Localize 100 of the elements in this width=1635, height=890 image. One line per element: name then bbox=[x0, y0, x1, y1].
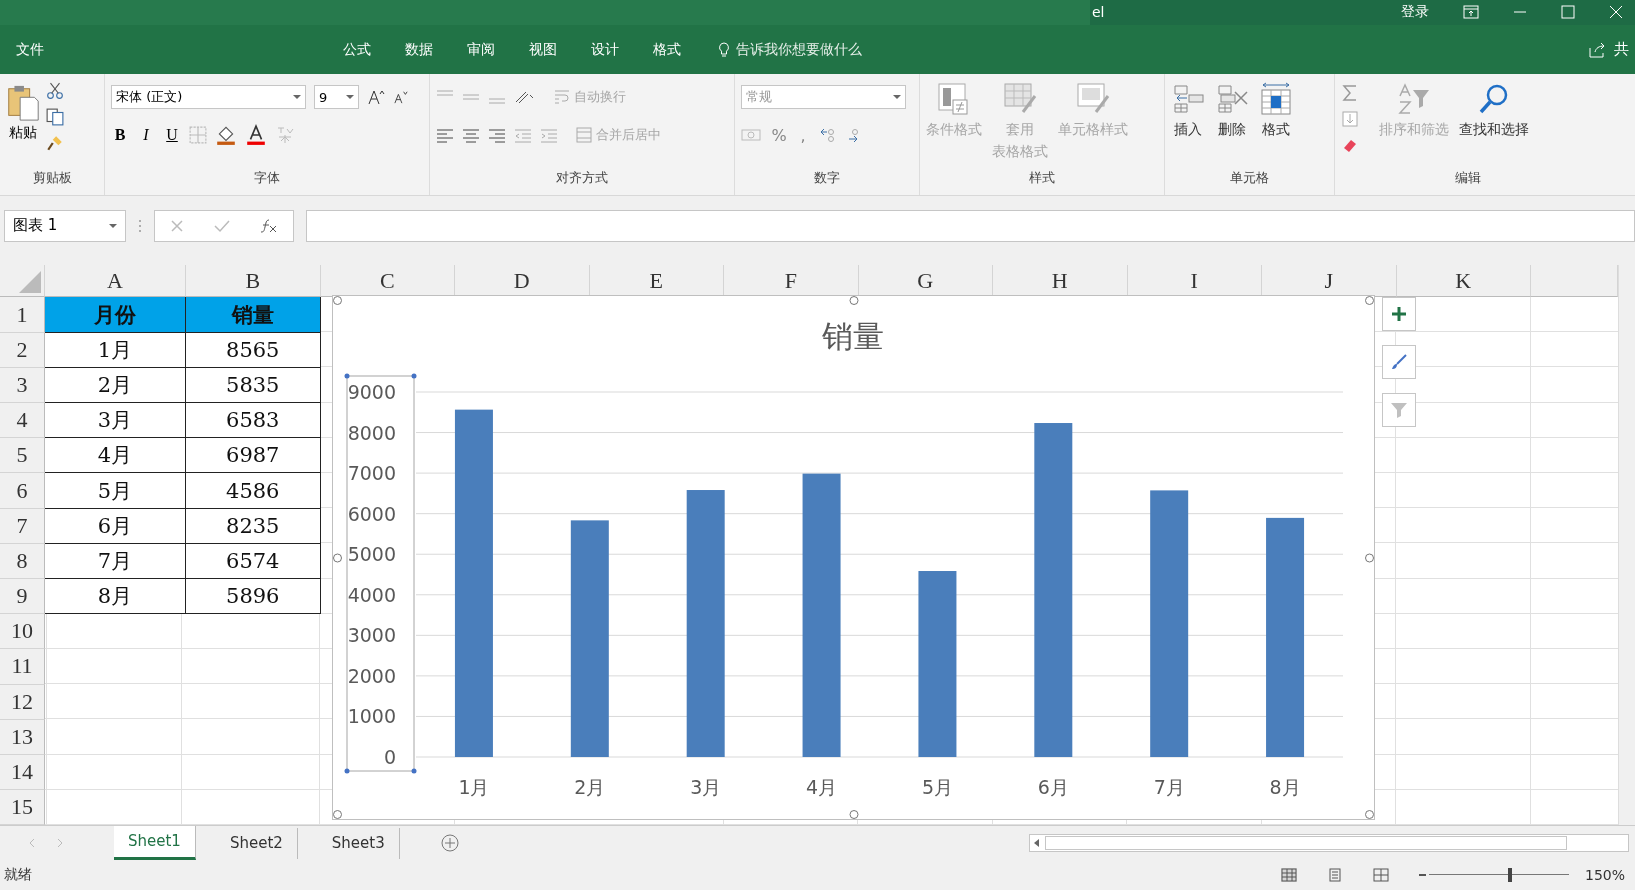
resize-handle[interactable] bbox=[333, 296, 342, 306]
maximize-icon[interactable] bbox=[1561, 5, 1575, 20]
share-icon[interactable] bbox=[1588, 41, 1606, 58]
resize-handle[interactable] bbox=[1365, 553, 1374, 563]
bar[interactable] bbox=[686, 490, 725, 758]
row-header[interactable]: 11 bbox=[0, 649, 45, 685]
name-box[interactable]: 图表 1 bbox=[4, 209, 126, 242]
sheet-tab[interactable]: Sheet2 bbox=[215, 827, 298, 859]
share-button[interactable]: 共 bbox=[1614, 40, 1629, 59]
align-left-icon[interactable] bbox=[436, 127, 454, 144]
horizontal-scrollbar[interactable] bbox=[1029, 834, 1629, 853]
ribbon-tab[interactable]: 格式 bbox=[636, 40, 698, 59]
row-header[interactable]: 6 bbox=[0, 473, 45, 509]
zoom-slider[interactable] bbox=[1418, 868, 1569, 883]
resize-handle[interactable] bbox=[849, 810, 858, 820]
font-family-dropdown[interactable]: 宋体 (正文) bbox=[111, 85, 306, 110]
row-header[interactable]: 10 bbox=[0, 614, 45, 650]
row-header[interactable]: 15 bbox=[0, 790, 45, 826]
page-layout-icon[interactable] bbox=[1326, 868, 1343, 883]
insert-function-icon[interactable] bbox=[260, 218, 278, 233]
ribbon-tab[interactable]: 设计 bbox=[574, 40, 636, 59]
phonetic-icon[interactable] bbox=[275, 125, 295, 146]
table-cell: 3月 bbox=[45, 403, 186, 439]
underline-button[interactable]: U bbox=[163, 126, 181, 145]
row-header[interactable]: 3 bbox=[0, 367, 45, 404]
resize-handle[interactable] bbox=[1365, 296, 1374, 306]
more-icon bbox=[138, 218, 142, 233]
chart-area[interactable]: 销量 0 1000 2000 3000 4000 5000 6000 7000 8000 9000 1月 2月 3月 4月 5月 6月 7月 8月 bbox=[332, 295, 1375, 821]
sheet-tab[interactable]: Sheet1 bbox=[114, 826, 196, 861]
group-label: 样式 bbox=[1029, 169, 1055, 188]
italic-button[interactable]: I bbox=[137, 126, 155, 145]
ribbon-tab[interactable]: 公式 bbox=[326, 40, 388, 59]
page-break-icon[interactable] bbox=[1372, 868, 1389, 883]
row-header[interactable]: 8 bbox=[0, 543, 45, 579]
fill-down-icon[interactable] bbox=[1341, 110, 1359, 129]
resize-handle[interactable] bbox=[333, 553, 342, 563]
ribbon-tab[interactable]: 数据 bbox=[388, 40, 450, 59]
enter-icon[interactable] bbox=[214, 218, 230, 233]
row-header[interactable]: 5 bbox=[0, 438, 45, 474]
paste-button[interactable]: 粘贴 bbox=[6, 80, 40, 170]
formula-field[interactable] bbox=[306, 209, 1635, 242]
scroll-right-icon[interactable] bbox=[56, 838, 64, 849]
ribbon-button[interactable]: 删除 bbox=[1215, 82, 1249, 170]
bold-button[interactable]: B bbox=[111, 126, 129, 145]
ribbon-button[interactable]: 查找和选择 bbox=[1459, 82, 1529, 170]
shrink-font-icon[interactable] bbox=[393, 90, 409, 105]
bar[interactable] bbox=[918, 571, 957, 758]
bar[interactable] bbox=[802, 474, 841, 758]
sign-in-link[interactable]: 登录 bbox=[1401, 3, 1429, 22]
clipboard-icon bbox=[6, 84, 40, 123]
scissors-icon[interactable] bbox=[46, 82, 64, 101]
chart-filters-button[interactable] bbox=[1382, 393, 1416, 428]
orientation-icon[interactable] bbox=[514, 89, 536, 106]
cancel-icon[interactable] bbox=[170, 218, 184, 233]
ribbon-tab[interactable]: 审阅 bbox=[450, 40, 512, 59]
font-color-icon[interactable] bbox=[245, 124, 267, 147]
zoom-level[interactable]: 150% bbox=[1584, 867, 1625, 884]
fill-color-icon[interactable] bbox=[215, 124, 237, 147]
resize-handle[interactable] bbox=[849, 296, 858, 306]
row-header[interactable]: 4 bbox=[0, 403, 45, 439]
border-icon[interactable] bbox=[189, 126, 207, 145]
row-header[interactable]: 14 bbox=[0, 754, 45, 791]
tell-me-search[interactable]: 告诉我你想要做什么 bbox=[736, 40, 862, 59]
format-painter-icon[interactable] bbox=[46, 134, 64, 153]
ribbon-tab[interactable]: 视图 bbox=[512, 40, 574, 59]
grow-font-icon[interactable] bbox=[367, 89, 385, 106]
copy-icon[interactable] bbox=[46, 108, 64, 127]
font-size-dropdown[interactable]: 9 bbox=[314, 85, 359, 110]
ribbon-display-icon[interactable] bbox=[1463, 5, 1479, 20]
ribbon-tab[interactable]: 文件 bbox=[0, 40, 61, 59]
select-all-icon[interactable] bbox=[19, 271, 41, 294]
bar[interactable] bbox=[1150, 490, 1189, 758]
bar[interactable] bbox=[454, 410, 493, 758]
row-header[interactable]: 7 bbox=[0, 508, 45, 544]
sheet-tab[interactable]: Sheet3 bbox=[317, 827, 400, 859]
row-header[interactable]: 12 bbox=[0, 684, 45, 720]
vertical-scrollbar[interactable] bbox=[1618, 265, 1635, 826]
normal-view-icon[interactable] bbox=[1280, 868, 1297, 883]
sum-icon[interactable] bbox=[1341, 84, 1359, 103]
ribbon-button[interactable]: 插入 bbox=[1171, 82, 1205, 170]
axis-label: 9000 bbox=[347, 381, 396, 404]
ribbon-button[interactable]: 格式 bbox=[1259, 82, 1293, 170]
bar[interactable] bbox=[1266, 518, 1305, 758]
scroll-left-icon[interactable] bbox=[28, 838, 36, 849]
row-header[interactable]: 9 bbox=[0, 578, 45, 615]
close-icon[interactable] bbox=[1609, 5, 1623, 20]
align-right-icon[interactable] bbox=[488, 127, 506, 144]
axis-selection-frame[interactable] bbox=[344, 373, 417, 774]
currency-icon[interactable] bbox=[741, 127, 763, 144]
resize-handle[interactable] bbox=[1365, 810, 1374, 820]
row-header[interactable]: 2 bbox=[0, 332, 45, 368]
row-header[interactable]: 13 bbox=[0, 719, 45, 755]
add-sheet-icon[interactable] bbox=[439, 833, 460, 854]
resize-handle[interactable] bbox=[333, 810, 342, 820]
bar[interactable] bbox=[1034, 423, 1073, 758]
row-header[interactable]: 1 bbox=[0, 297, 45, 333]
align-center-icon[interactable] bbox=[462, 127, 480, 144]
chart-styles-button[interactable] bbox=[1382, 345, 1416, 380]
bar[interactable] bbox=[570, 520, 609, 758]
chart-elements-button[interactable] bbox=[1382, 297, 1416, 332]
